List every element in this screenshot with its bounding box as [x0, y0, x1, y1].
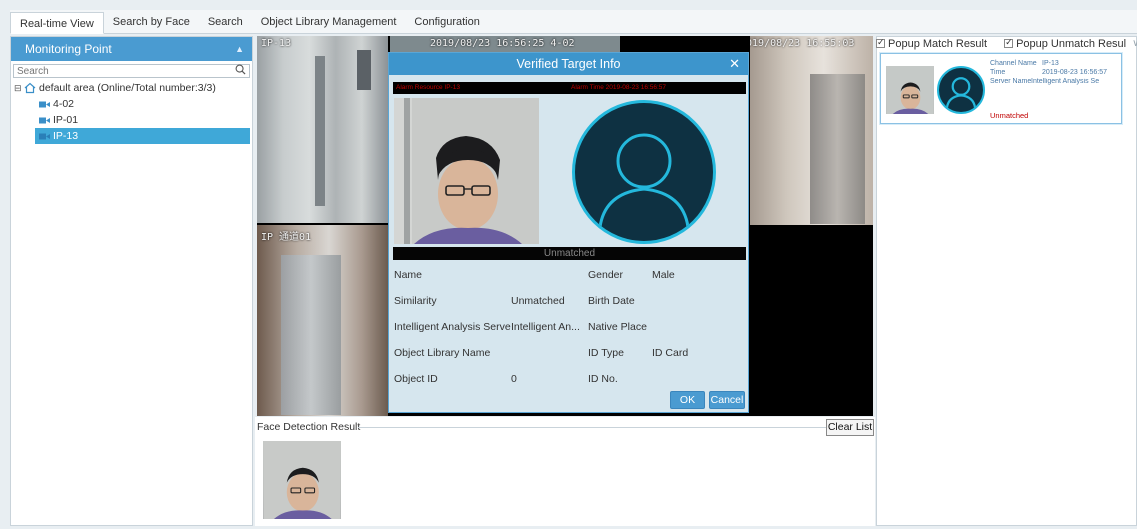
search-input[interactable] — [14, 65, 249, 78]
main-tabbar: Real-time View Search by Face Search Obj… — [10, 10, 1137, 34]
face-detection-label: Face Detection Result — [257, 421, 361, 433]
card-server-label: Server Name — [990, 78, 1032, 85]
collapse-toggle-icon[interactable]: ⊟ — [14, 80, 24, 96]
alarm-info-bar: Alarm Resource IP-13 Alarm Time 2019-08-… — [393, 82, 746, 94]
video-cell-ip-13[interactable]: IP-13 — [257, 36, 388, 223]
card-time-value: 2019-08-23 16:56:57 — [1042, 69, 1107, 76]
popup-options: Popup Match Result Popup Unmatch Resul ∨ — [876, 36, 1137, 51]
face-snapshot — [394, 98, 539, 244]
object-library-label: Object Library Name — [394, 347, 491, 359]
popup-match-label: Popup Match Result — [888, 37, 988, 50]
card-channel-value: IP-13 — [1042, 60, 1059, 67]
dialog-titlebar: Verified Target Info ✕ — [389, 53, 748, 75]
object-id-value: 0 — [511, 373, 517, 385]
server-label: Intelligent Analysis Serve — [394, 321, 511, 333]
similarity-value: Unmatched — [511, 295, 565, 307]
tree-item-ip-01[interactable]: IP-01 — [11, 112, 252, 128]
camera-icon — [39, 117, 50, 123]
id-type-value: ID Card — [652, 347, 689, 359]
video-cell-channel-4[interactable]: 2019/08/23 16:55:03 — [750, 36, 873, 225]
object-id-label: Object ID — [394, 373, 438, 385]
video-osd-label: 2019/08/23 16:56:25 4-02 — [430, 38, 575, 49]
card-server-value: Intelligent Analysis Se — [1031, 78, 1100, 85]
chevron-down-icon[interactable]: ∨ — [1132, 38, 1137, 49]
monitoring-point-header: Monitoring Point ▲ — [11, 37, 252, 61]
dialog-title: Verified Target Info — [516, 57, 621, 71]
unknown-person-avatar — [572, 100, 716, 244]
close-icon[interactable]: ✕ — [729, 53, 740, 75]
camera-icon — [39, 133, 50, 139]
tree-root-label: default area (Online/Total number:3/3) — [39, 82, 216, 94]
id-no-label: ID No. — [588, 373, 618, 385]
device-tree: ⊟ default area (Online/Total number:3/3)… — [11, 80, 252, 144]
verified-target-dialog: Verified Target Info ✕ Alarm Resource IP… — [388, 52, 749, 413]
monitoring-point-panel: Monitoring Point ▲ ⊟ default area (Onlin… — [10, 36, 253, 526]
alarm-time: Alarm Time 2019-08-23 16:56:57 — [571, 84, 667, 91]
birth-date-label: Birth Date — [588, 295, 635, 307]
tab-search-by-face[interactable]: Search by Face — [104, 11, 199, 33]
search-box — [13, 64, 250, 78]
video-cell-empty[interactable] — [750, 226, 873, 416]
gender-value: Male — [652, 269, 675, 281]
doorframe — [315, 56, 325, 206]
video-osd-label: 2019/08/23 16:55:03 — [750, 38, 855, 49]
panel-title: Monitoring Point — [25, 42, 112, 56]
server-value: Intelligent An... — [511, 321, 580, 333]
tree-item-label: IP-13 — [53, 130, 79, 142]
popup-match-checkbox[interactable] — [876, 37, 885, 48]
collapse-icon[interactable]: ▲ — [235, 37, 244, 61]
face-photo — [263, 441, 341, 519]
home-icon — [24, 82, 36, 94]
card-channel-label: Channel Name — [990, 60, 1037, 67]
video-cell-ip-01[interactable]: IP 通道01 — [257, 225, 388, 416]
gender-label: Gender — [588, 269, 624, 281]
tree-item-ip-13[interactable]: IP-13 — [35, 128, 250, 144]
video-osd-label: IP 通道01 — [261, 232, 312, 243]
tab-real-time-view[interactable]: Real-time View — [10, 12, 104, 34]
popup-unmatch-label: Popup Unmatch Resul — [1016, 37, 1127, 50]
person-silhouette-icon — [598, 133, 690, 228]
card-match-status: Unmatched — [990, 111, 1029, 120]
native-place-label: Native Place — [588, 321, 647, 333]
tree-root-default-area[interactable]: ⊟ default area (Online/Total number:3/3) — [11, 80, 252, 96]
card-time-label: Time — [990, 69, 1006, 76]
app-window: Real-time View Search by Face Search Obj… — [0, 0, 1137, 529]
person-figure — [357, 50, 371, 90]
elevator-door — [810, 74, 865, 224]
tree-item-label: 4-02 — [53, 98, 75, 110]
face-detection-panel: Face Detection Result Clear List — [255, 417, 875, 526]
ok-button[interactable]: OK — [670, 391, 705, 409]
detected-face-thumbnail[interactable] — [263, 441, 341, 519]
tab-search[interactable]: Search — [199, 11, 252, 33]
camera-icon — [39, 101, 50, 107]
divider — [358, 427, 826, 428]
clear-list-button[interactable]: Clear List — [826, 419, 874, 436]
tree-item-4-02[interactable]: 4-02 — [11, 96, 252, 112]
tab-configuration[interactable]: Configuration — [405, 11, 488, 33]
name-label: Name — [394, 269, 423, 281]
video-osd-label: IP-13 — [261, 38, 292, 49]
similarity-label: Similarity — [394, 295, 437, 307]
search-icon[interactable] — [235, 64, 246, 75]
cancel-button[interactable]: Cancel — [709, 391, 745, 409]
person-silhouette-icon — [945, 77, 977, 108]
tab-object-library-management[interactable]: Object Library Management — [252, 11, 406, 33]
match-status-bar: Unmatched — [393, 247, 746, 260]
elevator-door — [281, 255, 341, 415]
alarm-resource: Alarm Resource IP-13 — [396, 84, 460, 91]
alarm-result-card[interactable]: Channel Name IP-13 Time 2019-08-23 16:56… — [880, 53, 1122, 124]
id-type-label: ID Type — [588, 347, 624, 359]
card-face-thumbnail — [886, 66, 934, 114]
tree-item-label: IP-01 — [53, 114, 79, 126]
card-person-avatar — [937, 66, 985, 114]
face-photo — [394, 98, 539, 244]
popup-unmatch-checkbox[interactable] — [1004, 37, 1014, 48]
face-photo — [886, 66, 934, 114]
